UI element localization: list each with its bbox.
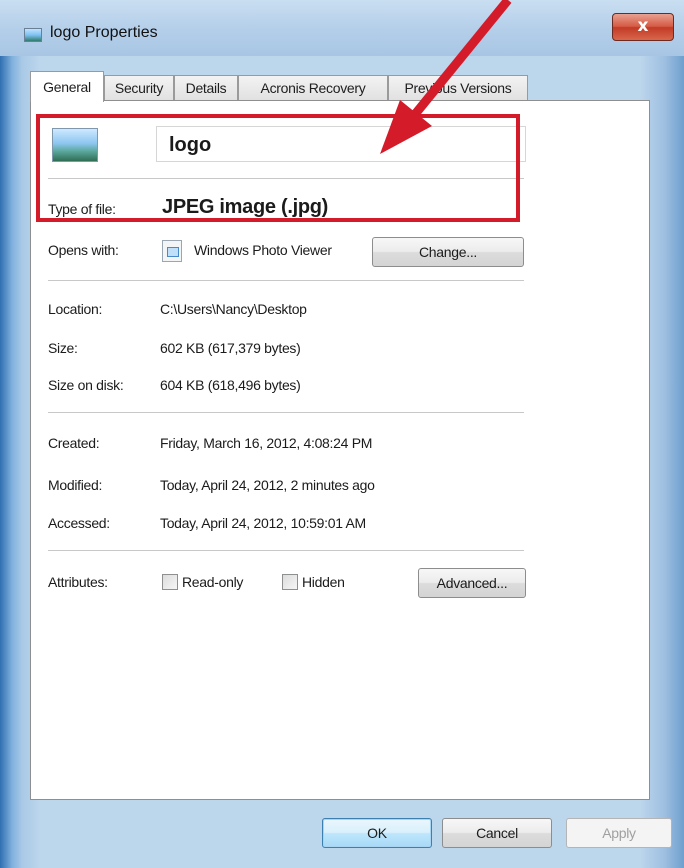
annotation-arrow — [380, 0, 512, 154]
properties-dialog: logo Properties x General Security Detai… — [0, 0, 684, 868]
